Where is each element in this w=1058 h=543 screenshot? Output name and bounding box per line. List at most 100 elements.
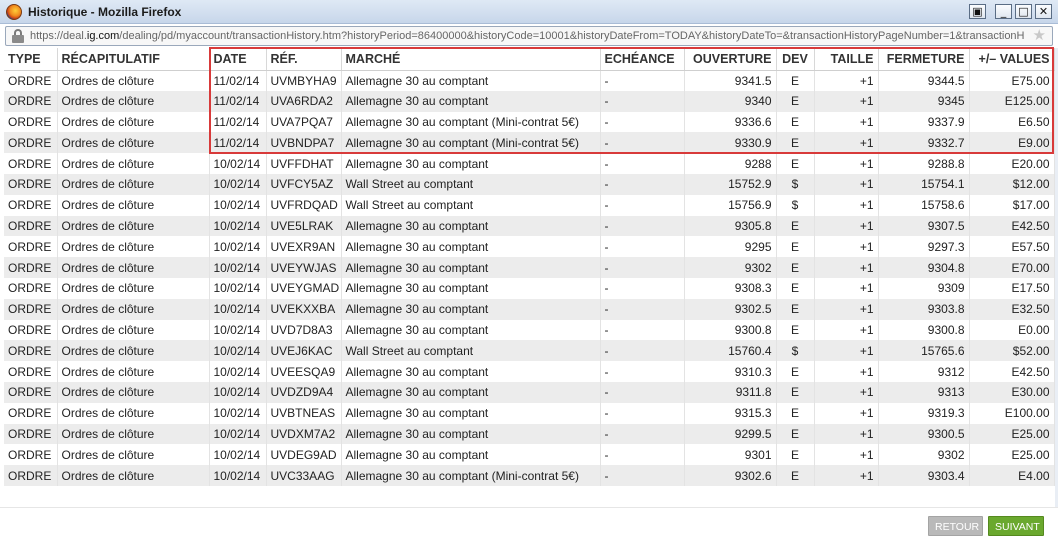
maximize-button[interactable]: □ bbox=[1015, 4, 1032, 19]
table-row[interactable]: ORDRE Ordres de clôture 10/02/14 UVEKXXBA Al… bbox=[4, 298, 1055, 320]
col-date-header[interactable]: DATE bbox=[209, 48, 267, 71]
cell-market: Wall Street au comptant bbox=[341, 173, 601, 195]
cell-size: +1 bbox=[814, 402, 879, 424]
cell-date: 10/02/14 bbox=[209, 173, 267, 195]
table-row[interactable]: ORDRE Ordres de clôture 10/02/14 UVFFDHAT Al… bbox=[4, 153, 1055, 174]
cell-expiry: - bbox=[600, 319, 685, 341]
table-row[interactable]: ORDRE Ordres de clôture 11/02/14 UVA6RDA2 Al… bbox=[4, 90, 1055, 112]
cell-recap: Ordres de clôture bbox=[57, 298, 210, 320]
cell-expiry: - bbox=[600, 111, 685, 133]
cell-size: +1 bbox=[814, 298, 879, 320]
table-row[interactable]: ORDRE Ordres de clôture 10/02/14 UVFRDQAD Wa… bbox=[4, 194, 1055, 216]
suivant-button[interactable]: SUIVANT bbox=[988, 516, 1044, 536]
cell-recap: Ordres de clôture bbox=[57, 132, 210, 154]
cell-expiry: - bbox=[600, 194, 685, 216]
retour-button[interactable]: RETOUR bbox=[928, 516, 983, 536]
table-row[interactable]: ORDRE Ordres de clôture 10/02/14 UVEYWJAS Al… bbox=[4, 257, 1055, 278]
col-ref-header[interactable]: RÉF. bbox=[266, 48, 342, 71]
table-row[interactable]: ORDRE Ordres de clôture 11/02/14 UVBNDPA7 Al… bbox=[4, 132, 1055, 154]
cell-pl: $12.00 bbox=[969, 173, 1055, 195]
cell-size: +1 bbox=[814, 194, 879, 216]
cell-open: 15752.9 bbox=[684, 173, 777, 195]
cell-close: 9309 bbox=[878, 277, 970, 299]
cell-date: 10/02/14 bbox=[209, 298, 267, 320]
cell-size: +1 bbox=[814, 319, 879, 341]
cell-open: 9315.3 bbox=[684, 402, 777, 424]
minimize-button[interactable]: _ bbox=[995, 4, 1012, 19]
table-row[interactable]: ORDRE Ordres de clôture 10/02/14 UVDEG9AD Al… bbox=[4, 444, 1055, 466]
url-text[interactable]: https://deal.ig.com/dealing/pd/myaccount… bbox=[30, 30, 1040, 42]
cell-pl: E25.00 bbox=[969, 423, 1055, 445]
table-row[interactable]: ORDRE Ordres de clôture 10/02/14 UVFCY5AZ Wa… bbox=[4, 173, 1055, 195]
col-currency-header[interactable]: DEV bbox=[776, 48, 815, 71]
col-recap-header[interactable]: RÉCAPITULATIF bbox=[57, 48, 210, 71]
table-row[interactable]: ORDRE Ordres de clôture 10/02/14 UVDZD9A4 Al… bbox=[4, 381, 1055, 403]
cell-close: 15758.6 bbox=[878, 194, 970, 216]
cell-date: 11/02/14 bbox=[209, 70, 267, 91]
table-row[interactable]: ORDRE Ordres de clôture 11/02/14 UVMBYHA9 Al… bbox=[4, 70, 1055, 91]
cell-currency: E bbox=[776, 423, 815, 445]
cell-date: 10/02/14 bbox=[209, 236, 267, 258]
col-type-header[interactable]: TYPE bbox=[4, 48, 58, 71]
cell-date: 10/02/14 bbox=[209, 194, 267, 216]
close-button[interactable]: ✕ bbox=[1035, 4, 1052, 19]
cell-size: +1 bbox=[814, 153, 879, 174]
cell-ref: UVA7PQA7 bbox=[266, 111, 342, 133]
cell-type: ORDRE bbox=[4, 90, 58, 112]
table-row[interactable]: ORDRE Ordres de clôture 10/02/14 UVDXM7A2 Al… bbox=[4, 423, 1055, 445]
col-close-header[interactable]: FERMETURE bbox=[878, 48, 970, 71]
cell-pl: $52.00 bbox=[969, 340, 1055, 362]
bookmark-star-icon[interactable]: ★ bbox=[1033, 28, 1046, 44]
col-expiry-header[interactable]: ECHÉANCE bbox=[600, 48, 685, 71]
cell-open: 15760.4 bbox=[684, 340, 777, 362]
cell-ref: UVEKXXBA bbox=[266, 298, 342, 320]
col-market-header[interactable]: MARCHÉ bbox=[341, 48, 601, 71]
cell-currency: E bbox=[776, 70, 815, 91]
col-size-header[interactable]: TAILLE bbox=[814, 48, 879, 71]
address-bar[interactable]: https://deal.ig.com/dealing/pd/myaccount… bbox=[5, 26, 1053, 46]
cell-currency: E bbox=[776, 153, 815, 174]
firefox-icon bbox=[6, 3, 22, 20]
cell-market: Allemagne 30 au comptant bbox=[341, 277, 601, 299]
cell-ref: UVBTNEAS bbox=[266, 402, 342, 424]
cell-expiry: - bbox=[600, 361, 685, 382]
window-title-bar: Historique - Mozilla Firefox ▣ _ □ ✕ bbox=[0, 0, 1058, 24]
table-row[interactable]: ORDRE Ordres de clôture 11/02/14 UVA7PQA7 Al… bbox=[4, 111, 1055, 133]
cell-size: +1 bbox=[814, 111, 879, 133]
col-pl-header[interactable]: +/– VALUES bbox=[969, 48, 1055, 71]
cell-type: ORDRE bbox=[4, 444, 58, 466]
cell-type: ORDRE bbox=[4, 236, 58, 258]
cell-expiry: - bbox=[600, 298, 685, 320]
cell-expiry: - bbox=[600, 340, 685, 362]
restore-icon[interactable]: ▣ bbox=[969, 4, 986, 19]
cell-currency: $ bbox=[776, 340, 815, 362]
cell-date: 10/02/14 bbox=[209, 277, 267, 299]
cell-open: 9330.9 bbox=[684, 132, 777, 154]
cell-pl: E100.00 bbox=[969, 402, 1055, 424]
cell-type: ORDRE bbox=[4, 319, 58, 341]
cell-date: 10/02/14 bbox=[209, 402, 267, 424]
cell-open: 9302 bbox=[684, 257, 777, 278]
cell-date: 11/02/14 bbox=[209, 111, 267, 133]
table-row[interactable]: ORDRE Ordres de clôture 10/02/14 UVEESQA9 Al… bbox=[4, 361, 1055, 382]
table-row[interactable]: ORDRE Ordres de clôture 10/02/14 UVE5LRAK Al… bbox=[4, 215, 1055, 237]
cell-market: Allemagne 30 au comptant bbox=[341, 423, 601, 445]
table-row[interactable]: ORDRE Ordres de clôture 10/02/14 UVEXR9AN Al… bbox=[4, 236, 1055, 258]
cell-ref: UVD7D8A3 bbox=[266, 319, 342, 341]
cell-pl: E9.00 bbox=[969, 132, 1055, 154]
col-open-header[interactable]: OUVERTURE bbox=[684, 48, 777, 71]
table-row[interactable]: ORDRE Ordres de clôture 10/02/14 UVEYGMAD Al… bbox=[4, 277, 1055, 299]
cell-ref: UVE5LRAK bbox=[266, 215, 342, 237]
cell-type: ORDRE bbox=[4, 173, 58, 195]
table-row[interactable]: ORDRE Ordres de clôture 10/02/14 UVBTNEAS Al… bbox=[4, 402, 1055, 424]
window-title: Historique - Mozilla Firefox bbox=[28, 4, 182, 19]
cell-currency: E bbox=[776, 402, 815, 424]
cell-type: ORDRE bbox=[4, 111, 58, 133]
table-row[interactable]: ORDRE Ordres de clôture 10/02/14 UVD7D8A3 Al… bbox=[4, 319, 1055, 341]
table-row[interactable]: ORDRE Ordres de clôture 10/02/14 UVC33AAG Al… bbox=[4, 465, 1055, 486]
cell-date: 10/02/14 bbox=[209, 319, 267, 341]
cell-date: 10/02/14 bbox=[209, 465, 267, 486]
table-row[interactable]: ORDRE Ordres de clôture 10/02/14 UVEJ6KAC Wa… bbox=[4, 340, 1055, 362]
cell-close: 15754.1 bbox=[878, 173, 970, 195]
cell-open: 9288 bbox=[684, 153, 777, 174]
